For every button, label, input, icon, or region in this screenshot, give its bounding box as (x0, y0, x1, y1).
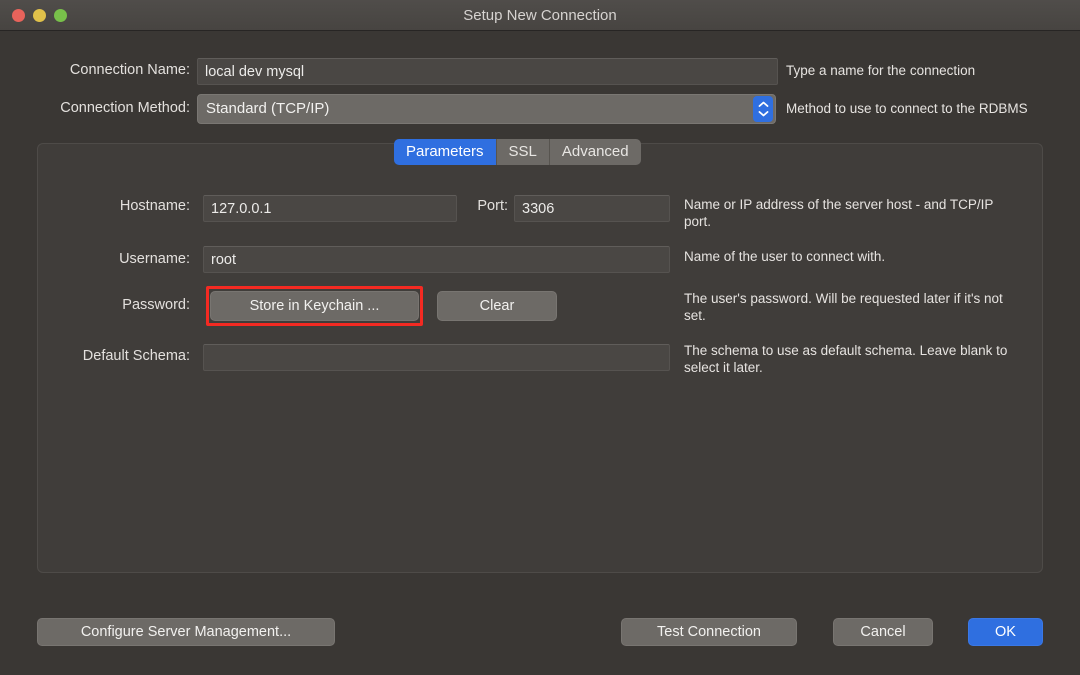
connection-name-help: Type a name for the connection (786, 63, 976, 78)
hostname-label: Hostname: (119, 198, 190, 214)
cancel-button[interactable]: Cancel (833, 618, 933, 646)
username-input[interactable]: root (203, 246, 670, 273)
ok-button[interactable]: OK (968, 618, 1043, 646)
connection-method-select[interactable]: Standard (TCP/IP) (197, 94, 776, 124)
username-help: Name of the user to connect with. (684, 249, 886, 264)
clear-password-button[interactable]: Clear (437, 291, 557, 321)
tab-parameters[interactable]: Parameters (394, 139, 497, 165)
window-titlebar: Setup New Connection (0, 0, 1080, 31)
connection-method-label: Connection Method: (60, 100, 190, 116)
configure-server-management-button[interactable]: Configure Server Management... (37, 618, 335, 646)
tab-advanced[interactable]: Advanced (549, 139, 641, 165)
default-schema-label: Default Schema: (82, 348, 190, 364)
port-label: Port: (477, 198, 508, 214)
username-label: Username: (119, 251, 190, 267)
password-label: Password: (122, 297, 190, 313)
store-in-keychain-button[interactable]: Store in Keychain ... (210, 291, 419, 321)
connection-name-input[interactable]: local dev mysql (197, 58, 778, 85)
parameters-tab-bar: Parameters SSL Advanced (394, 139, 641, 165)
window-title: Setup New Connection (463, 7, 617, 24)
test-connection-button[interactable]: Test Connection (621, 618, 797, 646)
password-help: The user's password. Will be requested l… (684, 291, 1003, 323)
connection-method-help: Method to use to connect to the RDBMS (786, 101, 1028, 116)
tab-ssl[interactable]: SSL (496, 139, 550, 165)
hostname-port-help: Name or IP address of the server host - … (684, 197, 994, 229)
port-input[interactable]: 3306 (514, 195, 670, 222)
connection-name-label: Connection Name: (69, 62, 190, 78)
connection-method-stepper-icon[interactable] (753, 96, 773, 122)
default-schema-help: The schema to use as default schema. Lea… (684, 343, 1008, 375)
setup-new-connection-window: Setup New Connection Connection Name: lo… (0, 0, 1080, 675)
default-schema-input[interactable] (203, 344, 670, 371)
